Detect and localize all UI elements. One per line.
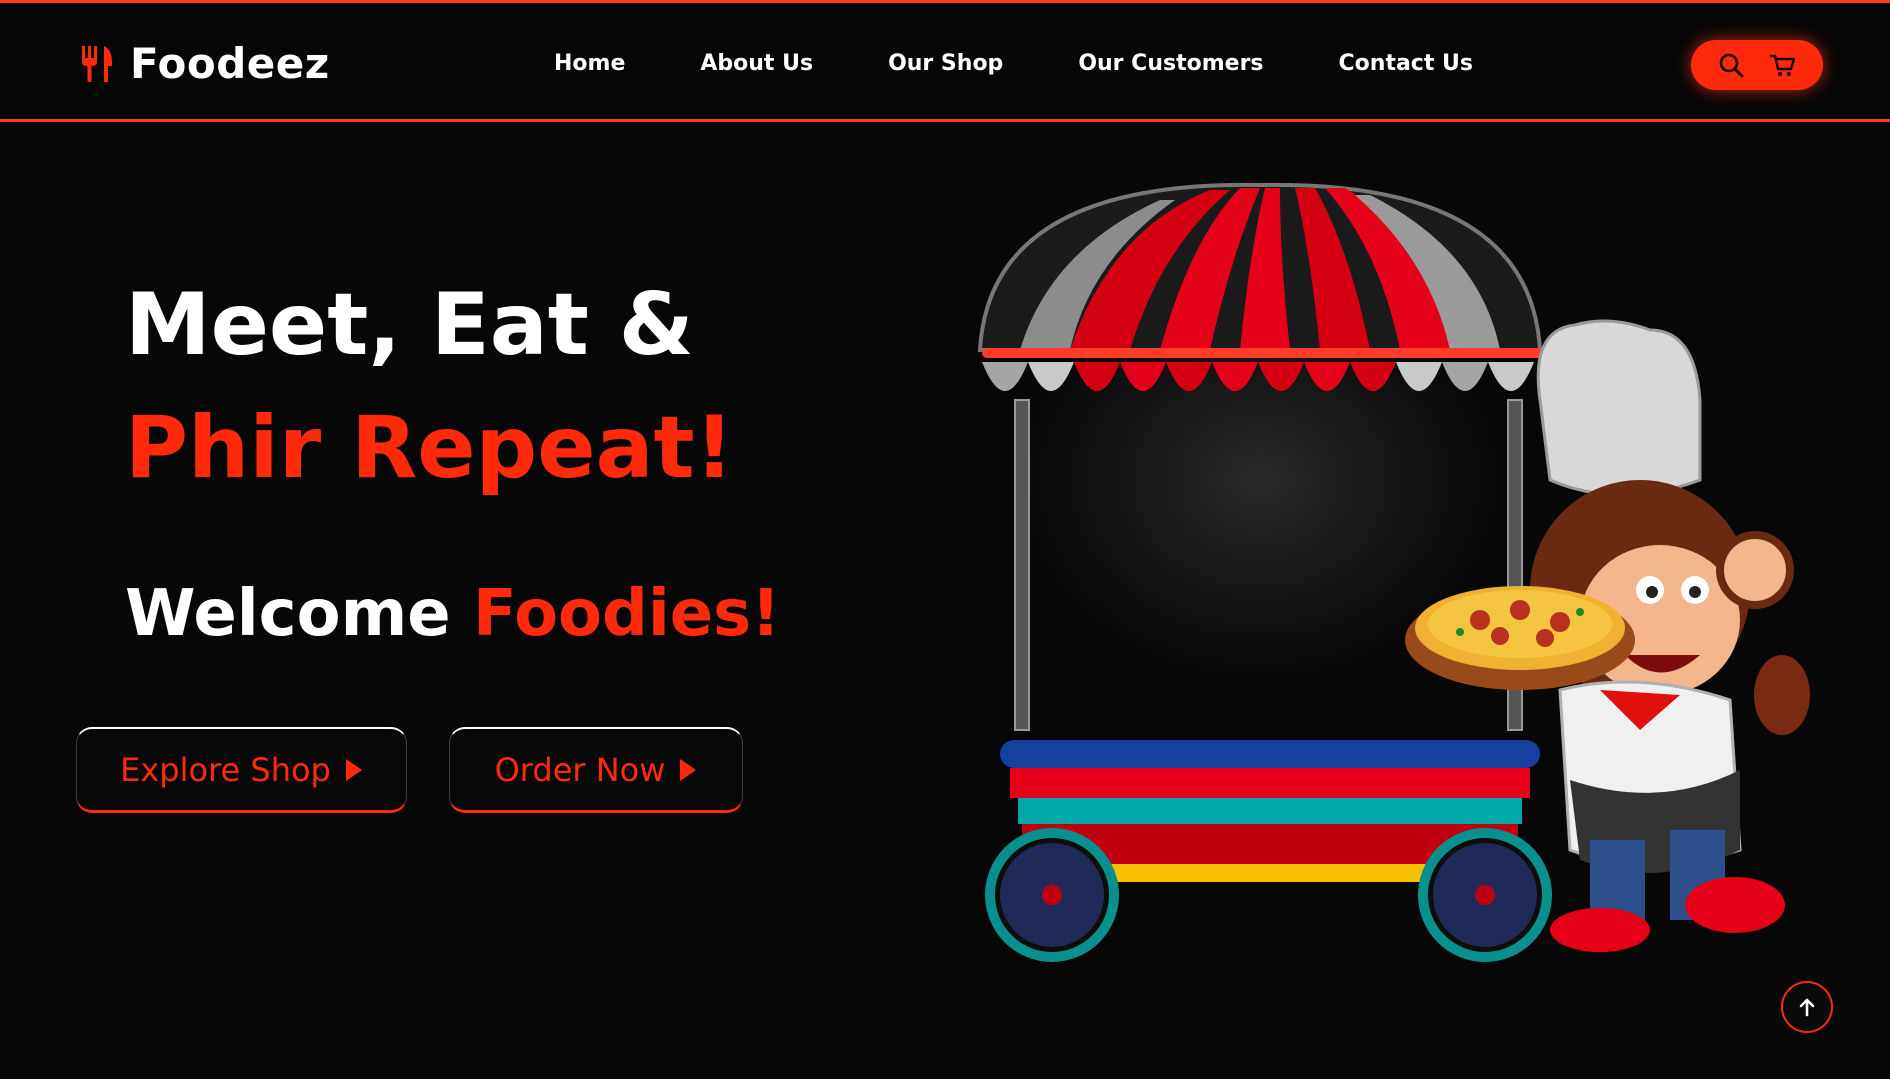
welcome-heading: Welcome Foodies! [125, 582, 780, 646]
nav-home[interactable]: Home [554, 51, 625, 76]
order-now-button[interactable]: Order Now [449, 727, 743, 813]
page: Foodeez Home About Us Our Shop Our Custo… [0, 0, 1890, 1079]
hero-title-line2: Phir Repeat! [125, 398, 734, 498]
arrow-up-icon [1799, 998, 1815, 1017]
fork-knife-icon [82, 45, 112, 82]
nav-our-customers[interactable]: Our Customers [1078, 51, 1263, 76]
explore-shop-button[interactable]: Explore Shop [76, 727, 407, 813]
explore-shop-label: Explore Shop [120, 750, 331, 789]
food-cart [977, 182, 1552, 962]
search-icon[interactable] [1717, 51, 1745, 79]
hero-illustration [977, 182, 1810, 962]
nav-our-shop[interactable]: Our Shop [888, 51, 1003, 76]
header-actions [1691, 40, 1823, 90]
order-now-label: Order Now [494, 750, 666, 789]
welcome-accent-text: Foodies! [472, 577, 781, 651]
site-header: Foodeez Home About Us Our Shop Our Custo… [0, 0, 1890, 122]
brand-name: Foodeez [130, 39, 330, 88]
play-icon [680, 758, 697, 781]
scroll-to-top-button[interactable] [1781, 981, 1833, 1033]
main-nav: Home About Us Our Shop Our Customers Con… [554, 51, 1473, 76]
play-icon [345, 758, 362, 781]
cart-wheel-left [985, 828, 1119, 962]
cart-wheel-right [1418, 828, 1552, 962]
hero-title-line1: Meet, Eat & [125, 275, 694, 375]
cart-icon[interactable] [1769, 51, 1797, 79]
brand-logo[interactable]: Foodeez [80, 39, 330, 88]
nav-about-us[interactable]: About Us [700, 51, 813, 76]
welcome-text: Welcome [125, 577, 451, 651]
nav-contact-us[interactable]: Contact Us [1339, 51, 1473, 76]
